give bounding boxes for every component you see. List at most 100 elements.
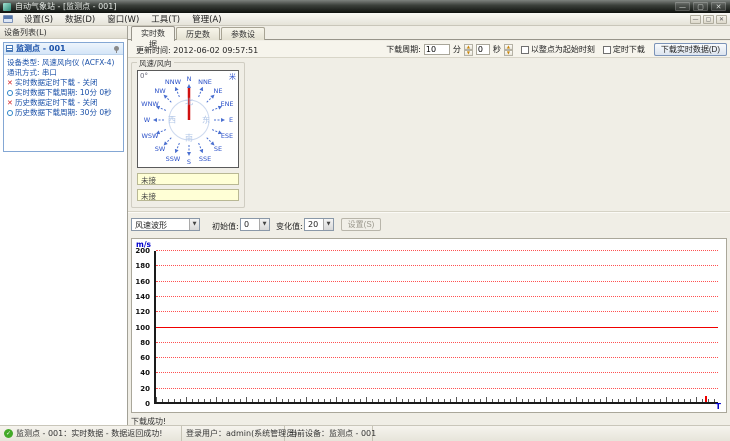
mdi-system-icon[interactable]	[3, 15, 13, 23]
compass-direction-label: SW	[154, 145, 166, 153]
cardinal-west: 西	[168, 115, 176, 125]
app-icon	[3, 2, 11, 11]
chart-cursor-label: T	[715, 402, 721, 411]
device-setting-row: ✕ 实时数据定时下载 - 关闭	[7, 78, 121, 88]
status-current-device: 当前设备：监测点 - 001	[285, 426, 377, 441]
seconds-stepper[interactable]: ▲ ▼	[503, 44, 513, 56]
wind-unit-glyph: 米	[229, 73, 236, 81]
gridline	[156, 387, 718, 389]
menu-manage[interactable]: 管理(A)	[186, 13, 227, 25]
window-title: 自动气象站 - [监测点 - 001]	[15, 2, 117, 11]
chevron-down-icon[interactable]: ▼	[189, 219, 199, 230]
device-panel[interactable]: 监测点 - 001 设备类型: 风速风向仪 (ACFX-4) 通讯方式: 串口 …	[3, 42, 124, 152]
tab-history-data[interactable]: 历史数据	[176, 27, 220, 50]
seconds-input[interactable]	[475, 44, 490, 55]
align-to-hour-checkbox[interactable]	[520, 45, 529, 54]
cardinal-south: 南	[185, 133, 193, 143]
wind-degree-value: 0°	[140, 72, 148, 80]
chevron-down-icon[interactable]: ▼	[259, 219, 269, 230]
tab-parameter-settings[interactable]: 参数设置	[221, 27, 265, 50]
tab-strip: 实时数据 历史数据 参数设置	[128, 26, 730, 50]
compass-direction-label: SE	[213, 145, 223, 153]
minutes-stepper[interactable]: ▲ ▼	[463, 44, 473, 56]
compass-direction-label: NE	[213, 87, 223, 95]
title-bar: 自动气象站 - [监测点 - 001] — ▢ ✕	[0, 0, 730, 13]
compass-direction-label: W	[143, 116, 151, 124]
menu-data[interactable]: 数据(D)	[59, 13, 101, 25]
wind-group-title: 风速/风向	[137, 58, 174, 69]
compass-direction-label: N	[186, 75, 192, 83]
device-list-sidebar: 设备列表(L) 监测点 - 001 设备类型: 风速风向仪 (ACFX-4) 通…	[0, 26, 128, 425]
minutes-input[interactable]	[423, 44, 450, 55]
seconds-unit-label: 秒	[492, 45, 501, 54]
gridline	[156, 280, 718, 282]
reference-line	[156, 326, 718, 328]
status-login-user: 登录用户：admin(系统管理员)	[182, 426, 297, 441]
waveform-type-value: 风速波形	[135, 221, 167, 230]
compass-direction-label: WSW	[141, 132, 159, 140]
wind-speed-field: 未接	[137, 173, 239, 185]
device-panel-header[interactable]: 监测点 - 001	[4, 43, 123, 55]
setting-text: 实时数据定时下载 - 关闭	[15, 78, 98, 87]
compass-direction-label: ENE	[220, 100, 234, 108]
menu-window[interactable]: 窗口(W)	[101, 13, 145, 25]
compass-direction-label: NW	[154, 87, 166, 95]
x-mark-icon: ✕	[7, 79, 13, 87]
realtime-toolbar: 更新时间: 2012-06-02 09:57:51 下载周期: 分 ▲ ▼ 秒 …	[128, 41, 730, 58]
device-type-line: 设备类型: 风速风向仪 (ACFX-4)	[7, 58, 115, 67]
close-button[interactable]: ✕	[711, 2, 726, 11]
timed-download-checkbox[interactable]	[602, 45, 611, 54]
set-button[interactable]: 设置(S)	[341, 218, 381, 231]
divider	[128, 211, 730, 213]
gridline	[156, 341, 718, 343]
device-icon	[6, 45, 13, 52]
device-setting-row: ✕ 历史数据定时下载 - 关闭	[7, 98, 121, 108]
status-bar: ✓ 监测点 - 001：实时数据 - 数据返回成功! 登录用户：admin(系统…	[0, 425, 730, 441]
initial-value-select[interactable]: 0 ▼	[240, 218, 270, 231]
waveform-type-select[interactable]: 风速波形 ▼	[131, 218, 200, 231]
menu-settings[interactable]: 设置(S)	[18, 13, 59, 25]
compass-direction-label: NNE	[198, 78, 212, 86]
x-mark-icon: ✕	[7, 99, 13, 107]
spin-down-icon[interactable]: ▼	[463, 50, 473, 56]
status-message-text: 监测点 - 001：实时数据 - 数据返回成功!	[16, 429, 163, 438]
wind-compass: 0° 米 北 南 东 西 N NNE NE ENE E ESE SE SSE S…	[137, 70, 239, 168]
main-area: 实时数据 历史数据 参数设置 更新时间: 2012-06-02 09:57:51…	[128, 26, 730, 426]
compass-direction-label: ESE	[220, 132, 234, 140]
compass-direction-label: S	[186, 158, 192, 166]
download-period-label: 下载周期:	[386, 45, 421, 54]
spin-down-icon[interactable]: ▼	[503, 50, 513, 56]
status-current-device-text: 当前设备：监测点 - 001	[289, 429, 377, 438]
minimize-button[interactable]: —	[675, 2, 690, 11]
initial-value-label: 初始值:	[212, 222, 239, 231]
maximize-button[interactable]: ▢	[693, 2, 708, 11]
tab-realtime-data[interactable]: 实时数据	[131, 26, 175, 49]
mdi-restore-button[interactable]: ▢	[703, 14, 714, 24]
device-comm-line: 通讯方式: 串口	[7, 68, 57, 77]
align-to-hour-label: 以整点为起始时刻	[530, 45, 595, 54]
setting-text: 历史数据下载周期: 30分 0秒	[15, 108, 112, 117]
change-value-select[interactable]: 20 ▼	[304, 218, 334, 231]
chevron-down-icon[interactable]: ▼	[323, 219, 333, 230]
compass-direction-label: WNW	[141, 100, 159, 108]
gridline	[156, 372, 718, 374]
device-setting-row: 实时数据下载周期: 10分 0秒	[7, 88, 121, 98]
compass-direction-label: NNW	[164, 78, 182, 86]
compass-direction-label: SSW	[165, 155, 181, 163]
device-list-header: 设备列表(L)	[0, 26, 127, 39]
device-setting-row: 历史数据下载周期: 30分 0秒	[7, 108, 121, 118]
clock-icon	[7, 90, 13, 96]
compass-direction-label: E	[228, 116, 234, 124]
app-window: 自动气象站 - [监测点 - 001] — ▢ ✕ 设置(S) 数据(D) 窗口…	[0, 0, 730, 441]
mdi-close-button[interactable]: ✕	[716, 14, 727, 24]
device-title: 监测点 - 001	[16, 44, 66, 53]
menu-tools[interactable]: 工具(T)	[145, 13, 186, 25]
wind-speed-chart: m/s 0 20 40 60 80 100 120 140 160 180 200 T	[131, 238, 727, 413]
download-realtime-data-button[interactable]: 下载实时数据(D)	[653, 43, 727, 56]
pin-icon[interactable]	[114, 46, 119, 53]
mdi-minimize-button[interactable]: —	[690, 14, 701, 24]
status-message: ✓ 监测点 - 001：实时数据 - 数据返回成功!	[0, 426, 182, 441]
wind-direction-field: 未接	[137, 189, 239, 201]
update-time-value: 2012-06-02 09:57:51	[173, 46, 259, 55]
wind-group-box: 风速/风向 0° 米 北 南 东 西 N NNE NE ENE E ESE SE…	[131, 58, 245, 208]
